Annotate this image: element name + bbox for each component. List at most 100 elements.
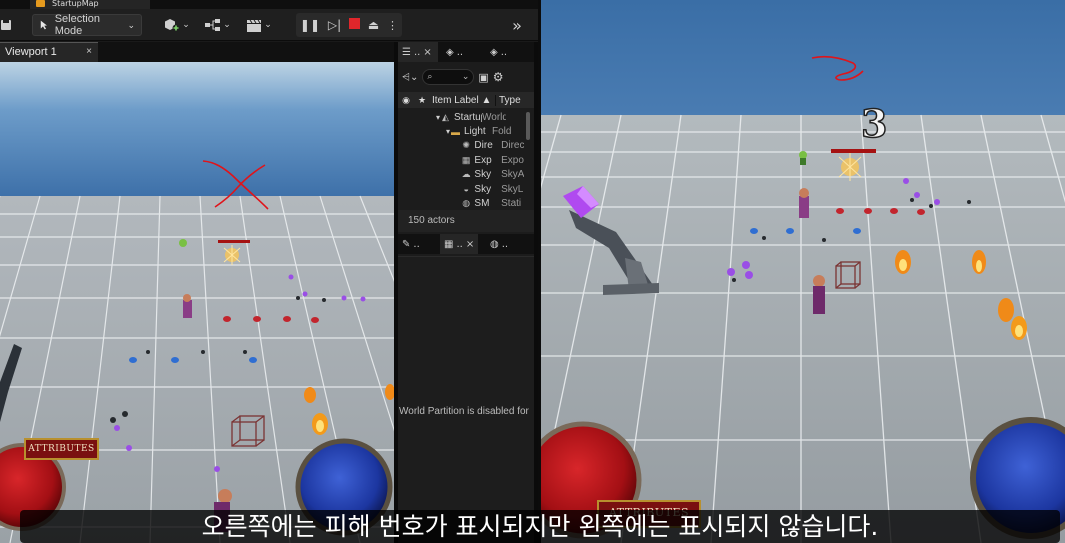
close-icon[interactable]: × bbox=[466, 239, 474, 250]
chevron-down-icon: ⌄ bbox=[461, 72, 470, 82]
step-frame-button[interactable]: ▷| bbox=[328, 18, 341, 32]
game-window[interactable]: 3 bbox=[538, 0, 1065, 543]
column-item-label[interactable]: Item Label ▲ bbox=[430, 94, 496, 106]
selection-mode-dropdown[interactable]: Selection Mode ⌄ bbox=[32, 13, 142, 37]
outliner-tree: ▾ ◭ Startup World ▾ ▬ Light Fold ✺ Dire … bbox=[398, 110, 524, 210]
title-bar: StartupMap bbox=[0, 0, 538, 9]
tree-row-startupmap[interactable]: ▾ ◭ Startup World bbox=[398, 110, 524, 124]
gear-icon[interactable]: ⚙ bbox=[493, 70, 504, 84]
tab-world-settings[interactable]: ◍ .. bbox=[486, 234, 512, 254]
goblin-enemy bbox=[799, 151, 807, 165]
grid-icon: ▦ bbox=[444, 238, 454, 250]
add-actor-button[interactable]: ⌄ bbox=[162, 14, 192, 36]
viewport-tab-bar: Viewport 1 × bbox=[0, 42, 396, 62]
outliner-tab-bar: ☰ .. × ◈ .. ◈ .. bbox=[398, 42, 534, 62]
level-icon bbox=[36, 0, 45, 7]
sky-atmosphere-icon: ☁ bbox=[461, 169, 471, 180]
chevron-down-icon: ⌄ bbox=[264, 20, 272, 30]
tab-levels-label: .. bbox=[500, 46, 508, 58]
star-icon[interactable]: ★ bbox=[414, 95, 430, 106]
enemy-health-bar bbox=[218, 240, 250, 243]
sky-light-icon: ◒ bbox=[463, 184, 469, 195]
more-options-button[interactable]: ⋮ bbox=[387, 19, 398, 32]
column-type[interactable]: Type bbox=[496, 95, 521, 106]
eject-button[interactable]: ⏏ bbox=[368, 18, 379, 32]
list-icon: ☰ bbox=[402, 46, 411, 58]
outliner-scrollbar[interactable] bbox=[526, 112, 530, 140]
outliner-search-input[interactable]: ⌕ ⌄ bbox=[422, 69, 475, 85]
layers-icon: ◈ bbox=[446, 46, 454, 58]
tree-row-lighting-folder[interactable]: ▾ ▬ Light Fold bbox=[398, 124, 524, 138]
select-arrow-icon bbox=[40, 20, 47, 30]
tab-world-partition-label: .. bbox=[456, 238, 463, 250]
stack-icon: ◈ bbox=[490, 46, 498, 58]
selection-mode-label: Selection Mode bbox=[54, 13, 100, 37]
map-tab[interactable]: StartupMap bbox=[30, 0, 150, 9]
tab-layers-label: .. bbox=[456, 46, 464, 58]
player-character bbox=[183, 294, 192, 318]
cinematics-button[interactable]: ⌄ bbox=[244, 14, 274, 36]
blueprint-button[interactable]: ⌄ bbox=[203, 14, 233, 36]
folder-icon: ▬ bbox=[451, 126, 460, 137]
save-icon bbox=[1, 20, 11, 30]
outliner-toolbar: ⩤⌄ ⌕ ⌄ ▣ ⚙ bbox=[398, 64, 534, 90]
globe-icon: ◍ bbox=[490, 238, 499, 250]
world-icon: ◭ bbox=[442, 111, 449, 122]
add-folder-icon[interactable]: ▣ bbox=[478, 71, 488, 84]
chevron-down-icon: ⌄ bbox=[182, 20, 190, 30]
pencil-icon: ✎ bbox=[402, 238, 411, 250]
tab-world-settings-label: .. bbox=[501, 238, 509, 250]
goblin-enemy bbox=[179, 239, 187, 247]
world-partition-message: World Partition is disabled for bbox=[399, 406, 529, 417]
world-partition-panel: World Partition is disabled for bbox=[398, 256, 534, 543]
chevron-down-icon: ⌄ bbox=[223, 20, 231, 30]
sky bbox=[0, 62, 394, 199]
tab-outliner[interactable]: ☰ .. × bbox=[398, 42, 438, 62]
pause-button[interactable]: ❚❚ bbox=[300, 18, 320, 32]
attributes-button-label: ATTRIBUTES bbox=[28, 444, 95, 454]
sky bbox=[541, 0, 1065, 117]
tree-row-directional-light[interactable]: ✺ Dire Direc bbox=[398, 139, 524, 153]
close-icon[interactable]: × bbox=[423, 47, 431, 58]
tab-layers[interactable]: ◈ .. bbox=[442, 42, 467, 62]
save-button[interactable] bbox=[0, 14, 12, 36]
play-controls: ❚❚ ▷| ⏏ ⋮ bbox=[296, 13, 402, 37]
clapperboard-icon bbox=[247, 19, 262, 32]
tree-row-exponential-fog[interactable]: ▦ Exp Expo bbox=[398, 153, 524, 167]
viewport-tab-label: Viewport 1 bbox=[5, 46, 57, 58]
eye-icon[interactable]: ◉ bbox=[398, 95, 414, 106]
chevron-down-icon: ⌄ bbox=[127, 19, 135, 30]
tab-levels[interactable]: ◈ .. bbox=[486, 42, 511, 62]
stop-icon bbox=[349, 18, 360, 29]
static-mesh-icon: ◍ bbox=[462, 198, 471, 209]
tree-row-sky-atmosphere[interactable]: ☁ Sky SkyA bbox=[398, 168, 524, 182]
stop-button[interactable] bbox=[349, 18, 360, 32]
screen: StartupMap Selection Mode ⌄ ⌄ ⌄ ⌄ ❚❚ ▷| … bbox=[0, 0, 1065, 543]
map-tab-label: StartupMap bbox=[52, 0, 99, 8]
filter-button[interactable]: ⩤⌄ bbox=[402, 72, 418, 83]
player-character bbox=[799, 188, 809, 218]
tree-row-sky-light[interactable]: ◒ Sky SkyL bbox=[398, 182, 524, 196]
search-icon: ⌕ bbox=[427, 72, 433, 82]
details-tab-bar: ✎ .. ▦ .. × ◍ .. bbox=[398, 234, 534, 254]
floating-damage-number: 3 bbox=[861, 101, 887, 146]
viewport-1[interactable]: ATTRIBUTES bbox=[0, 62, 394, 543]
main-toolbar: Selection Mode ⌄ ⌄ ⌄ ⌄ ❚❚ ▷| ⏏ ⋮ » bbox=[0, 9, 538, 41]
player-character-2 bbox=[813, 275, 825, 314]
video-subtitle: 오른쪽에는 피해 번호가 표시되지만 왼쪽에는 표시되지 않습니다. bbox=[201, 512, 879, 541]
tab-details-label: .. bbox=[413, 238, 420, 250]
actor-count: 150 actors bbox=[398, 210, 534, 232]
outliner-panel: ☰ .. × ◈ .. ◈ .. ⩤⌄ ⌕ ⌄ ▣ ⚙ ◉ ★ Item Lab… bbox=[398, 42, 534, 543]
outliner-column-header: ◉ ★ Item Label ▲ Type bbox=[398, 92, 534, 108]
tab-details[interactable]: ✎ .. bbox=[398, 234, 424, 254]
tree-row-static-mesh[interactable]: ◍ SM Stati bbox=[398, 196, 524, 210]
enemy-health-bar bbox=[831, 149, 876, 153]
toolbar-expand-button[interactable]: » bbox=[505, 14, 529, 36]
attributes-button[interactable]: ATTRIBUTES bbox=[24, 438, 99, 460]
left-game-scene bbox=[0, 62, 394, 543]
tab-world-partition[interactable]: ▦ .. × bbox=[440, 234, 479, 254]
tab-outliner-label: .. bbox=[413, 46, 421, 58]
viewport-tab[interactable]: Viewport 1 × bbox=[0, 42, 98, 62]
sun-icon: ✺ bbox=[462, 140, 470, 151]
close-icon[interactable]: × bbox=[86, 46, 92, 57]
